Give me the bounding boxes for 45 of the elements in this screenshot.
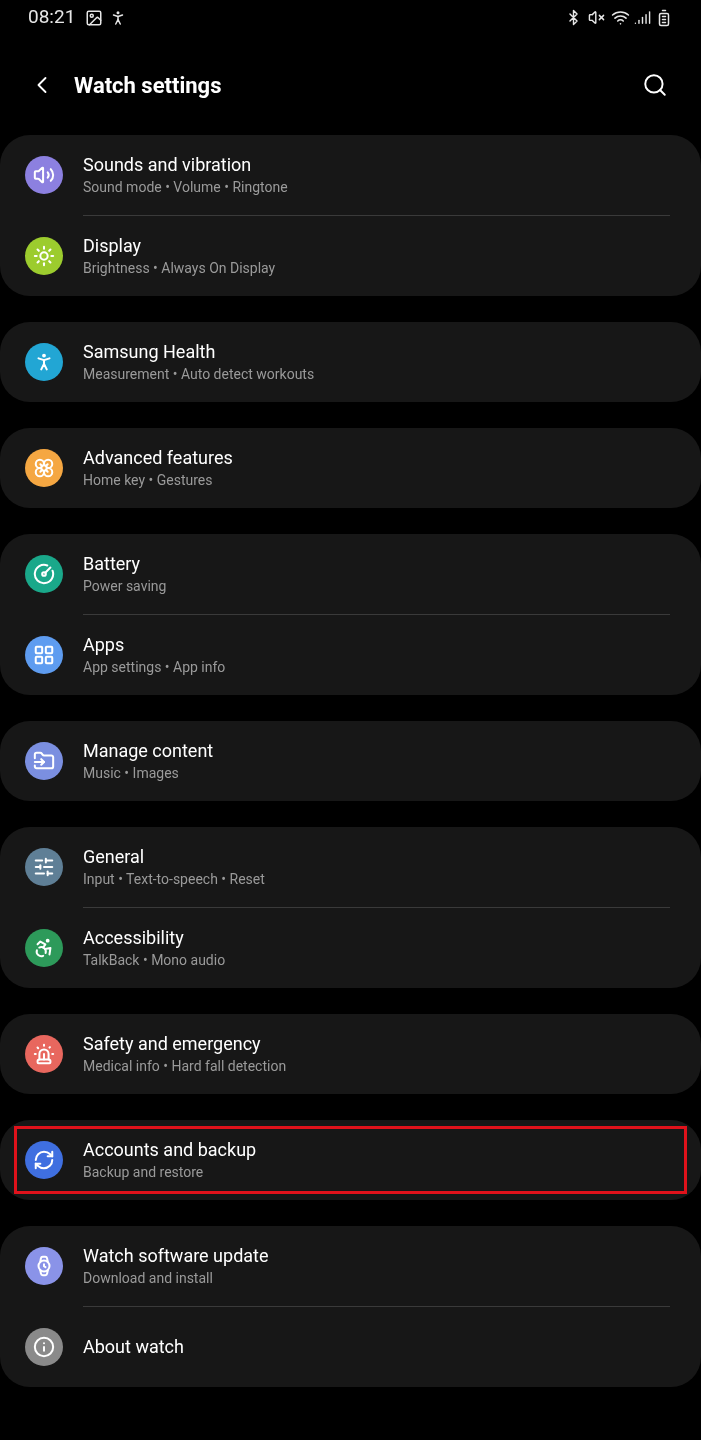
status-time: 08:21	[28, 4, 76, 31]
item-title: Accessibility	[83, 926, 185, 950]
item-subtitle: Brightness • Always On Display	[83, 259, 276, 278]
wifi-icon	[611, 8, 630, 27]
settings-item[interactable]: Safety and emergency Medical info • Hard fall detection	[14, 1020, 687, 1088]
item-title: General	[83, 845, 146, 869]
item-subtitle: App settings • App info	[83, 658, 226, 677]
item-title: Advanced features	[83, 446, 233, 470]
item-subtitle: Download and install	[83, 1269, 214, 1288]
settings-item[interactable]: Apps App settings • App info	[14, 621, 687, 689]
item-subtitle: Medical info • Hard fall detection	[83, 1057, 287, 1076]
page-title: Watch settings	[74, 71, 222, 100]
item-title: Sounds and vibration	[83, 153, 253, 177]
search-icon	[642, 72, 668, 98]
settings-item[interactable]: Accounts and backup Backup and restore	[14, 1126, 687, 1194]
item-subtitle: Backup and restore	[83, 1163, 205, 1182]
item-subtitle: Input • Text-to-speech • Reset	[83, 870, 265, 889]
item-subtitle: Sound mode • Volume • Ringtone	[83, 178, 288, 197]
item-title: Samsung Health	[83, 340, 217, 364]
item-subtitle: Home key • Gestures	[83, 471, 214, 490]
item-title: Accounts and backup	[83, 1138, 257, 1162]
item-title: Safety and emergency	[83, 1032, 262, 1056]
settings-item[interactable]: Watch software update Download and install	[14, 1232, 687, 1300]
settings-item[interactable]: Advanced features Home key • Gestures	[14, 434, 687, 502]
item-title: Manage content	[83, 739, 214, 763]
settings-item[interactable]: Battery Power saving	[14, 540, 687, 608]
settings-item[interactable]: Manage content Music • Images	[14, 727, 687, 795]
image-icon	[85, 8, 104, 27]
settings-item[interactable]: General Input • Text-to-speech • Reset	[14, 833, 687, 901]
item-title: Display	[83, 234, 143, 258]
signal-icon	[634, 9, 651, 26]
item-title: About watch	[83, 1335, 184, 1359]
item-subtitle: Music • Images	[83, 764, 180, 783]
item-title: Battery	[83, 552, 142, 576]
settings-item[interactable]: Sounds and vibration Sound mode • Volume • Ringtone	[14, 141, 687, 209]
item-subtitle: Measurement • Auto detect workouts	[83, 365, 315, 384]
item-title: Apps	[83, 633, 126, 657]
settings-item[interactable]: Samsung Health Measurement • Auto detect workouts	[14, 328, 687, 396]
item-subtitle: Power saving	[83, 577, 167, 596]
settings-item[interactable]: Display Brightness • Always On Display	[14, 222, 687, 290]
mute-icon	[588, 9, 605, 26]
settings-item[interactable]: About watch	[14, 1313, 687, 1381]
item-subtitle: TalkBack • Mono audio	[83, 951, 226, 970]
item-title: Watch software update	[83, 1244, 269, 1268]
settings-item[interactable]: Accessibility TalkBack • Mono audio	[14, 914, 687, 982]
